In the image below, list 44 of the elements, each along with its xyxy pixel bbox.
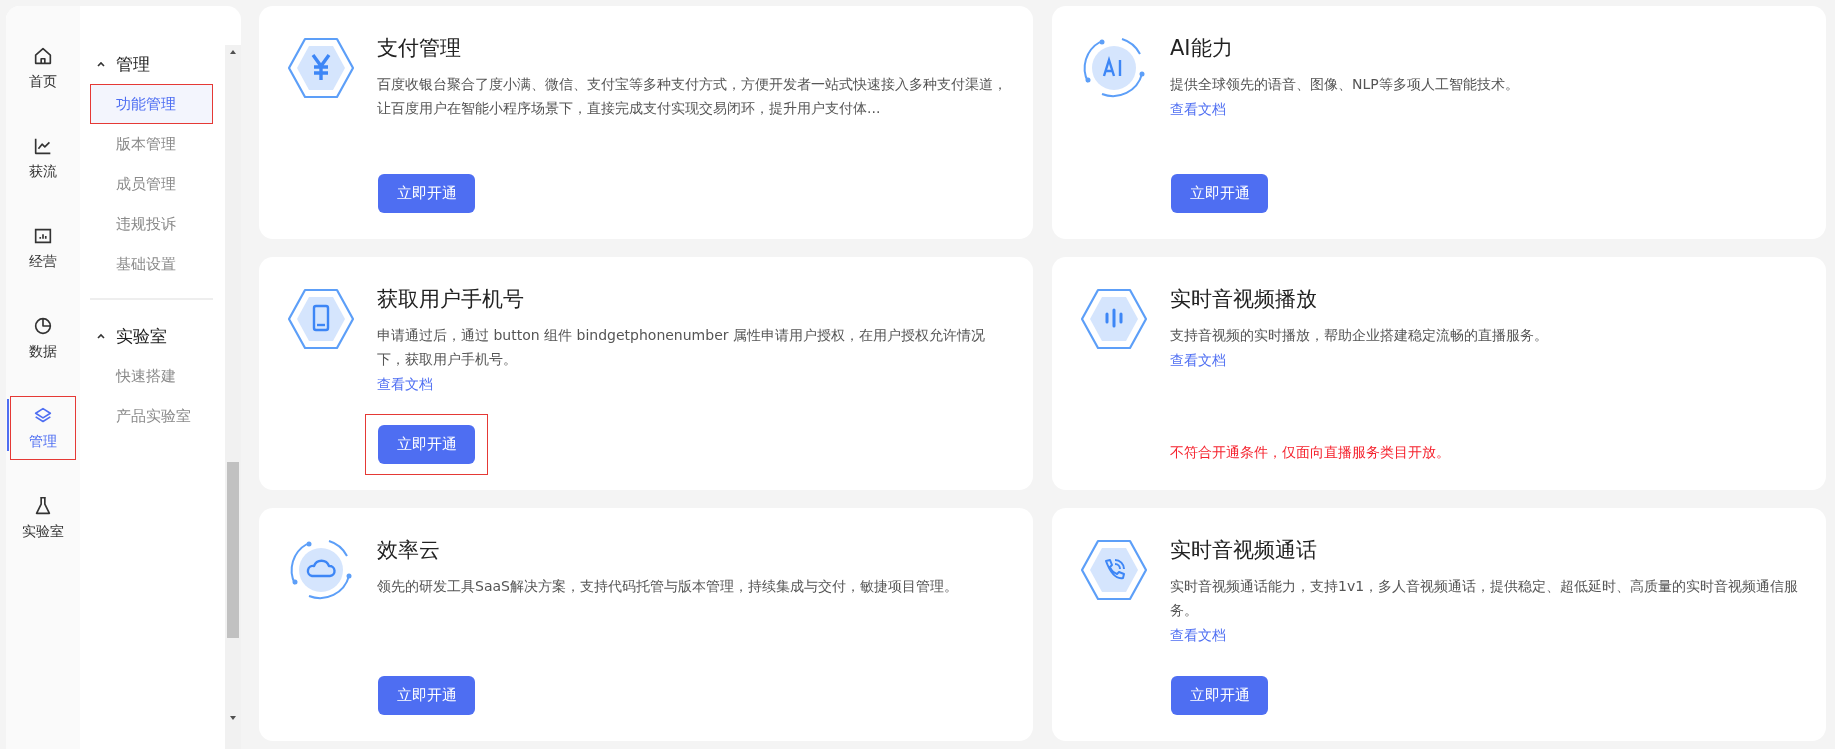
card-description: 提供全球领先的语音、图像、NLP等多项人工智能技术。 <box>1170 75 1520 94</box>
doc-link[interactable]: 查看文档 <box>1170 352 1226 370</box>
card-description: 实时音视频通话能力，支持1v1，多人音视频通话，提供稳定、超低延时、高质量的实时音视频通信服务。 <box>1170 577 1800 620</box>
home-icon <box>32 45 54 67</box>
submenu-item[interactable]: 违规投诉 <box>90 204 213 244</box>
scrollbar[interactable] <box>225 45 241 749</box>
nav-rail-item[interactable]: 首页 <box>10 36 76 100</box>
activate-button[interactable]: 立即开通 <box>378 425 475 464</box>
submenu-item[interactable]: 基础设置 <box>90 244 213 284</box>
activate-button[interactable]: 立即开通 <box>378 174 475 213</box>
nav-rail-item[interactable]: 经营 <box>10 216 76 280</box>
activate-button[interactable]: 立即开通 <box>378 676 475 715</box>
caret-up-icon[interactable] <box>96 332 106 340</box>
card-title: AI能力 <box>1170 35 1234 62</box>
nav-rail-item[interactable]: 实验室 <box>10 486 76 550</box>
submenu-item[interactable]: 快速搭建 <box>90 356 213 396</box>
submenu-item[interactable]: 功能管理 <box>90 84 213 124</box>
nav-rail-item[interactable]: 数据 <box>10 306 76 370</box>
card-description: 领先的研发工具SaaS解决方案，支持代码托管与版本管理，持续集成与交付，敏捷项目管理。 <box>377 577 959 596</box>
card-title: 获取用户手机号 <box>377 286 525 313</box>
card-description: 支持音视频的实时播放，帮助企业搭建稳定流畅的直播服务。 <box>1170 326 1549 345</box>
menu-group-title[interactable]: 实验室 <box>116 324 167 348</box>
caret-up-icon[interactable] <box>96 60 106 68</box>
submenu-item[interactable]: 产品实验室 <box>90 396 213 436</box>
submenu-item[interactable]: 成员管理 <box>90 164 213 204</box>
nav-rail-item[interactable]: 获流 <box>10 126 76 190</box>
card-title: 效率云 <box>377 537 441 564</box>
card-title: 实时音视频播放 <box>1170 286 1318 313</box>
nav-rail-item[interactable]: 管理 <box>10 396 76 460</box>
active-indicator <box>7 399 9 451</box>
activate-button[interactable]: 立即开通 <box>1171 676 1268 715</box>
scrollbar-thumb[interactable] <box>227 462 239 638</box>
doc-link[interactable]: 查看文档 <box>1170 627 1226 645</box>
doc-link[interactable]: 查看文档 <box>377 376 433 394</box>
card-description: 申请通过后，通过 button 组件 bindgetphonenumber 属性申请用户授权，在用户授权允许情况下，获取用户手机号。 <box>377 326 986 369</box>
card-title: 支付管理 <box>377 35 462 62</box>
menu-group-title[interactable]: 管理 <box>116 52 150 76</box>
pie-chart-icon <box>32 315 54 337</box>
activate-button[interactable]: 立即开通 <box>1171 174 1268 213</box>
card-description: 百度收银台聚合了度小满、微信、支付宝等多种支付方式，方便开发者一站式快速接入多种支付渠道，让百度用户在智能小程序场景下，直接完成支付实现交易闭环，提升用户支付体... <box>377 75 1008 118</box>
card-title: 实时音视频通话 <box>1170 537 1318 564</box>
notice-text: 不符合开通条件，仅面向直播服务类目开放。 <box>1170 444 1451 462</box>
submenu-item[interactable]: 版本管理 <box>90 124 213 164</box>
doc-link[interactable]: 查看文档 <box>1170 101 1226 119</box>
